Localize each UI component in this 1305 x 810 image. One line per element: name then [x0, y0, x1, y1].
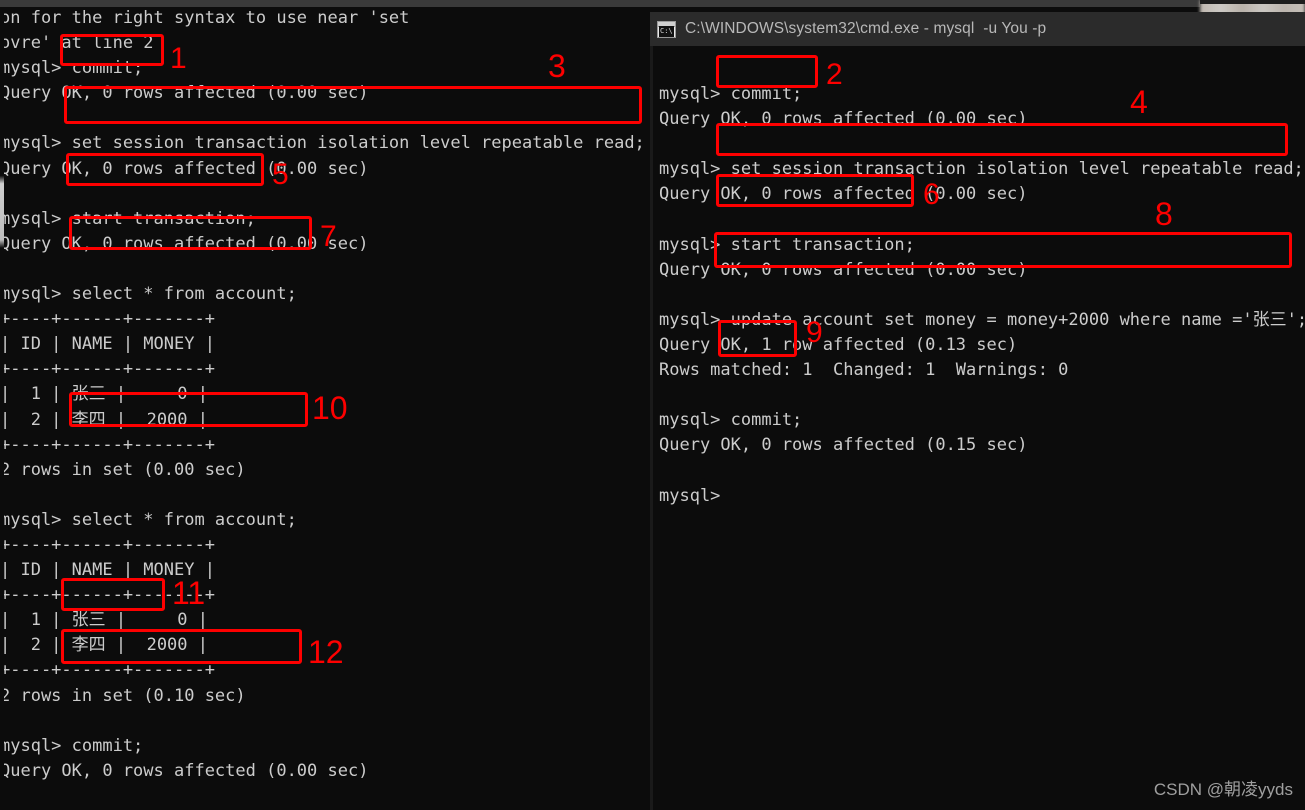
- annotation-number-4: 4: [1130, 84, 1148, 120]
- background-window-shadow: [1200, 0, 1305, 4]
- annotation-number-2: 2: [826, 58, 843, 91]
- annotation-number-3: 3: [548, 48, 566, 84]
- annotation-number-5: 5: [272, 158, 289, 191]
- annotation-number-7: 7: [320, 220, 337, 253]
- right-console-output: mysql> commit; Query OK, 0 rows affected…: [659, 84, 1305, 506]
- annotation-number-9: 9: [806, 316, 823, 349]
- right-console-left-border: [650, 46, 653, 810]
- annotation-number-11: 11: [172, 575, 206, 611]
- annotation-number-12: 12: [308, 634, 344, 670]
- csdn-watermark: CSDN @朝凌yyds: [1153, 780, 1293, 799]
- right-console-titlebar[interactable]: C:\WINDOWS\system32\cmd.exe - mysql -u Y…: [650, 12, 1305, 46]
- left-console-scrollbar[interactable]: [0, 7, 4, 810]
- annotation-number-10: 10: [312, 390, 348, 426]
- cmd-exe-icon: [657, 20, 676, 38]
- annotation-number-6: 6: [923, 178, 940, 211]
- desktop-top-strip: [0, 0, 1200, 7]
- screenshot-root: on for the right syntax to use near 'set…: [0, 0, 1305, 810]
- right-console-body[interactable]: mysql> commit; Query OK, 0 rows affected…: [650, 46, 1305, 810]
- annotation-number-8: 8: [1155, 196, 1173, 232]
- window-title: C:\WINDOWS\system32\cmd.exe - mysql -u Y…: [685, 20, 1047, 37]
- annotation-number-1: 1: [170, 42, 187, 75]
